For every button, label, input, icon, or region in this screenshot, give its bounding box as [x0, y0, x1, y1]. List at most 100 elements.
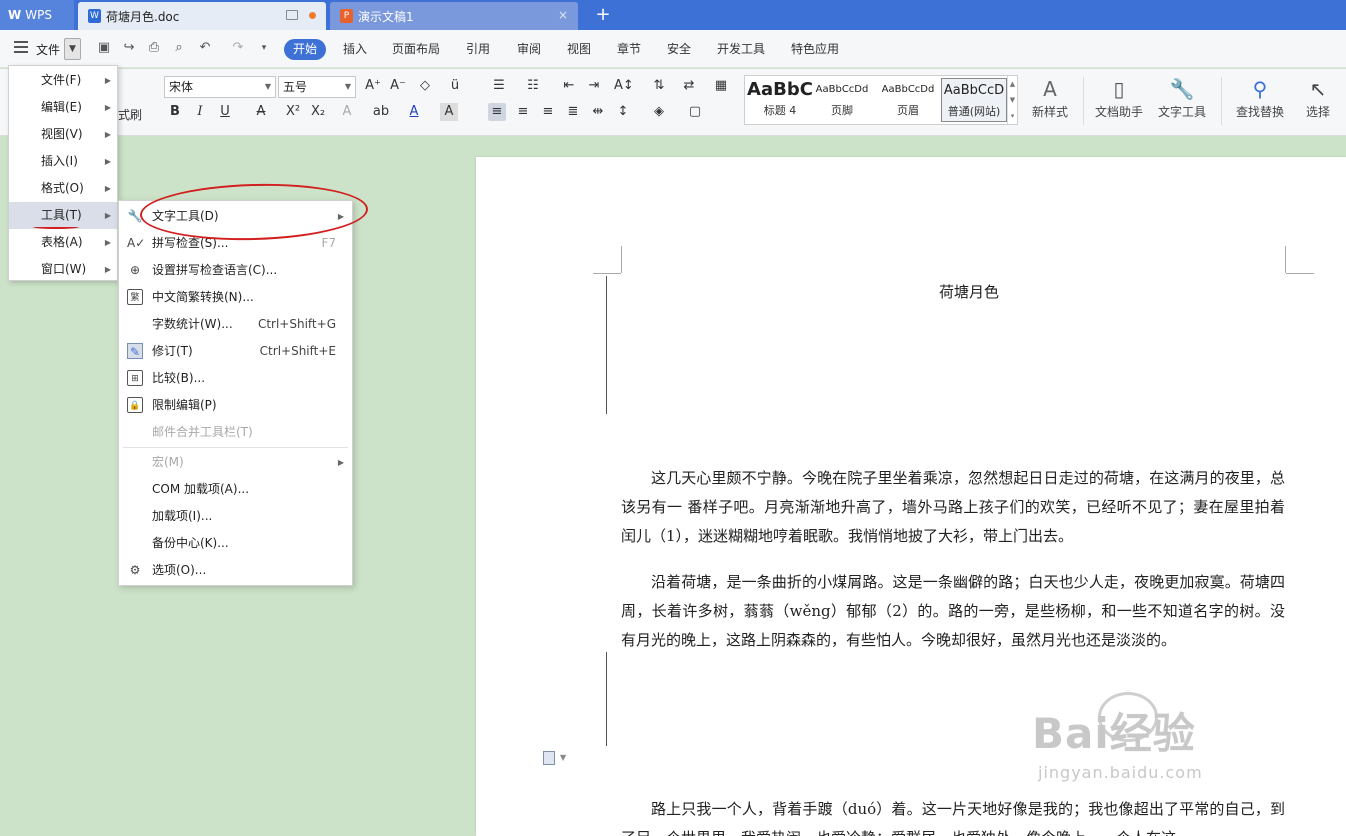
customize-icon[interactable]: ▾	[256, 40, 272, 56]
crop-mark	[621, 246, 622, 273]
justify-icon[interactable]: ≣	[564, 103, 582, 121]
paragraph-icon[interactable]: ⇄	[680, 77, 698, 95]
tab-special[interactable]: 特色应用	[791, 39, 839, 60]
text-effect-icon[interactable]: A	[338, 103, 356, 121]
document-tab[interactable]: W 荷塘月色.doc	[78, 2, 326, 30]
watermark-main: Bai经验	[1032, 709, 1196, 758]
tab-security[interactable]: 安全	[667, 39, 691, 60]
paragraph[interactable]: 这几天心里颇不宁静。今晚在院子里坐着乘凉，忽然想起日日走过的荷塘，在这满月的夜里…	[621, 464, 1285, 551]
strikethrough-icon[interactable]: A	[252, 103, 270, 121]
tools-item-compare[interactable]: ⊞ 比较(B)...	[119, 365, 352, 392]
shading-icon[interactable]: ◈	[650, 103, 668, 121]
close-tab-icon[interactable]: ×	[558, 8, 568, 22]
shrink-font-icon[interactable]: A⁻	[389, 77, 407, 95]
text-direction-icon[interactable]: A↕	[614, 77, 634, 95]
tools-item-spell-language[interactable]: ⊕ 设置拼写检查语言(C)...	[119, 257, 352, 284]
highlight-icon[interactable]: ab	[372, 103, 390, 121]
file-menu-item-file[interactable]: 文件(F) ▶	[9, 67, 117, 94]
align-left-icon[interactable]: ≡	[488, 103, 506, 121]
presentation-tab[interactable]: P 演示文稿1 ×	[330, 2, 578, 30]
format-painter-label[interactable]: 式刷	[118, 106, 142, 123]
style-normal-web[interactable]: AaBbCcD 普通(网站)	[941, 78, 1007, 122]
text-tools-button[interactable]: 🔧 文字工具	[1153, 75, 1211, 129]
paragraph-layout-icon[interactable]	[543, 751, 555, 765]
pinyin-icon[interactable]: ü	[446, 77, 464, 95]
chevron-right-icon: ▶	[337, 458, 344, 467]
hamburger-icon[interactable]	[14, 41, 28, 53]
tools-item-com-addins[interactable]: COM 加载项(A)...	[119, 476, 352, 503]
superscript-icon[interactable]: X²	[284, 103, 302, 121]
decrease-indent-icon[interactable]: ⇤	[560, 77, 578, 95]
table-border-icon[interactable]: ▦	[712, 77, 730, 95]
redo-icon[interactable]: ↷	[230, 40, 246, 56]
sort-icon[interactable]: ⇅	[650, 77, 668, 95]
underline-icon[interactable]: U	[216, 103, 234, 121]
tools-item-restrict-editing[interactable]: 🔒 限制编辑(P)	[119, 392, 352, 419]
style-header[interactable]: AaBbCcDd 页眉	[875, 78, 941, 122]
tab-insert[interactable]: 插入	[343, 39, 367, 60]
font-color-icon[interactable]: A	[405, 103, 423, 121]
distribute-icon[interactable]: ⇹	[589, 103, 607, 121]
font-name-select[interactable]: 宋体 ▼	[164, 76, 276, 98]
chevron-down-icon[interactable]: ▼	[560, 753, 566, 762]
style-footer[interactable]: AaBbCcDd 页脚	[809, 78, 875, 122]
tab-view[interactable]: 视图	[567, 39, 591, 60]
document-title[interactable]: 荷塘月色	[621, 281, 1317, 302]
increase-indent-icon[interactable]: ⇥	[585, 77, 603, 95]
tab-references[interactable]: 引用	[466, 39, 490, 60]
grow-font-icon[interactable]: A⁺	[364, 77, 382, 95]
new-tab-button[interactable]: +	[592, 2, 614, 28]
tools-item-track-changes[interactable]: ✎ 修订(T) Ctrl+Shift+E	[119, 338, 352, 365]
align-right-icon[interactable]: ≡	[539, 103, 557, 121]
tab-page-layout[interactable]: 页面布局	[392, 39, 440, 60]
tab-home[interactable]: 开始	[284, 39, 327, 60]
tools-item-backup-center[interactable]: 备份中心(K)...	[119, 530, 352, 557]
undo-icon[interactable]: ↶	[197, 40, 213, 56]
numbered-list-icon[interactable]: ☷	[524, 77, 542, 95]
menu-item-label: 修订(T)	[152, 344, 193, 358]
tab-review[interactable]: 审阅	[517, 39, 541, 60]
tools-item-options[interactable]: ⚙ 选项(O)...	[119, 557, 352, 584]
bullet-list-icon[interactable]: ☰	[490, 77, 508, 95]
menu-item-label: COM 加载项(A)...	[152, 482, 250, 496]
tools-item-addins[interactable]: 加载项(I)...	[119, 503, 352, 530]
window-icon[interactable]	[286, 10, 298, 20]
gallery-scroll[interactable]: ▲ ▼ ▾	[1007, 76, 1017, 124]
bold-icon[interactable]: B	[166, 103, 184, 121]
file-menu-item-table[interactable]: 表格(A) ▶	[9, 229, 117, 256]
tab-developer[interactable]: 开发工具	[717, 39, 765, 60]
find-replace-button[interactable]: ⚲ 查找替换	[1231, 75, 1289, 129]
chevron-right-icon: ▶	[104, 184, 111, 193]
font-size-select[interactable]: 五号 ▼	[278, 76, 356, 98]
file-menu-item-edit[interactable]: 编辑(E) ▶	[9, 94, 117, 121]
select-button[interactable]: ↖ 选择	[1298, 75, 1338, 129]
file-menu-button[interactable]: 文件	[36, 41, 60, 58]
print-icon[interactable]: ⎙	[146, 40, 162, 56]
align-center-icon[interactable]: ≡	[514, 103, 532, 121]
file-menu-item-format[interactable]: 格式(O) ▶	[9, 175, 117, 202]
char-shading-icon[interactable]: A	[440, 103, 458, 121]
chevron-down-icon[interactable]: ▼	[64, 38, 81, 60]
export-icon[interactable]: ↪	[121, 40, 137, 56]
save-icon[interactable]: ▣	[96, 40, 112, 56]
clear-format-icon[interactable]: ◇	[416, 77, 434, 95]
spell-check-icon: A✓	[127, 236, 146, 250]
file-menu-item-view[interactable]: 视图(V) ▶	[9, 121, 117, 148]
tools-item-word-count[interactable]: 字数统计(W)... Ctrl+Shift+G	[119, 311, 352, 338]
line-spacing-icon[interactable]: ↕	[614, 103, 632, 121]
search-icon: ⚲	[1252, 77, 1268, 101]
borders-icon[interactable]: ▢	[686, 103, 704, 121]
doc-assistant-button[interactable]: ▯ 文档助手	[1093, 75, 1145, 129]
print-preview-icon[interactable]: ⌕	[171, 40, 187, 56]
tab-section[interactable]: 章节	[617, 39, 641, 60]
wps-home-tab[interactable]: W WPS	[0, 0, 74, 30]
new-style-button[interactable]: A 新样式	[1027, 75, 1073, 129]
italic-icon[interactable]: I	[191, 103, 209, 121]
paragraph[interactable]: 沿着荷塘，是一条曲折的小煤屑路。这是一条幽僻的路；白天也少人走，夜晚更加寂寞。荷…	[621, 568, 1285, 684]
file-menu-item-insert[interactable]: 插入(I) ▶	[9, 148, 117, 175]
subscript-icon[interactable]: X₂	[309, 103, 327, 121]
paragraph[interactable]: 路上只我一个人，背着手踱（duó）着。这一片天地好像是我的；我也像超出了平常的自…	[621, 795, 1285, 836]
style-heading4[interactable]: AaBbC 标题 4	[747, 78, 813, 122]
tools-item-chinese-conversion[interactable]: 繁 中文简繁转换(N)...	[119, 284, 352, 311]
file-menu-item-window[interactable]: 窗口(W) ▶	[9, 256, 117, 283]
